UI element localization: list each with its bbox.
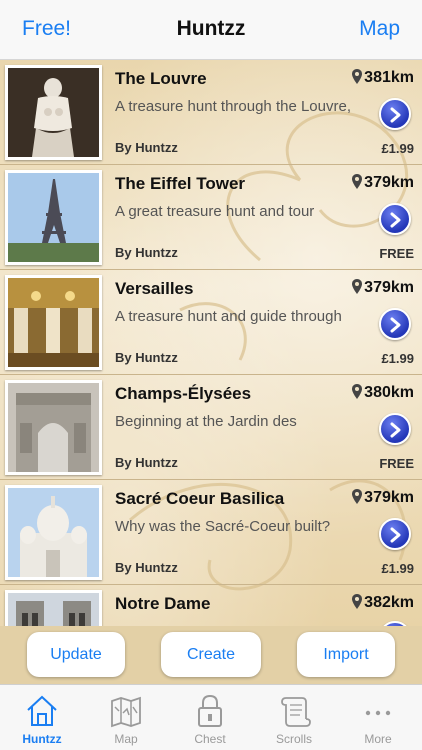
- tab-chest[interactable]: Chest: [168, 685, 252, 750]
- location-pin-icon: [352, 594, 363, 609]
- hunt-author: By Huntzz: [115, 455, 178, 470]
- location-pin-icon: [352, 279, 363, 294]
- chevron-right-icon[interactable]: [379, 98, 411, 130]
- hunt-author: By Huntzz: [115, 245, 178, 260]
- eiffel-photo: [5, 170, 102, 265]
- tab-label: Chest: [194, 732, 226, 746]
- more-dots-icon: [365, 710, 391, 716]
- lock-icon: [198, 694, 222, 727]
- list-item[interactable]: Sacré Coeur Basilica 379km Why was the S…: [0, 480, 422, 585]
- hunt-description: A treasure hunt through the Louvre,: [115, 98, 351, 115]
- hall-photo: [5, 275, 102, 370]
- create-button[interactable]: Create: [161, 632, 261, 677]
- hunt-distance: 379km: [352, 279, 414, 297]
- tab-map[interactable]: Map: [84, 685, 168, 750]
- tab-label: Map: [114, 732, 138, 746]
- hunt-price: £1.99: [381, 141, 414, 156]
- hunt-title: Versailles: [115, 279, 194, 298]
- hunt-list[interactable]: The Louvre 381km A treasure hunt through…: [0, 60, 422, 626]
- hunt-distance: 380km: [352, 384, 414, 402]
- house-icon: [27, 695, 57, 726]
- map-icon: [111, 696, 141, 728]
- chevron-right-icon[interactable]: [379, 413, 411, 445]
- hunt-description: Why was the Sacré-Coeur built?: [115, 518, 331, 535]
- location-pin-icon: [352, 384, 363, 399]
- tab-scrolls[interactable]: Scrolls: [252, 685, 336, 750]
- location-pin-icon: [352, 69, 363, 84]
- hunt-author: By Huntzz: [115, 140, 178, 155]
- tab-label: Huntzz: [22, 732, 62, 746]
- hunt-description: Beginning at the Jardin des: [115, 413, 297, 430]
- hunt-title: The Eiffel Tower: [115, 174, 246, 193]
- navigation-bar: Free! Huntzz Map: [0, 0, 422, 60]
- hunt-distance: 381km: [352, 69, 414, 87]
- scroll-icon: [281, 697, 311, 727]
- hunt-price: £1.99: [381, 351, 414, 366]
- location-pin-icon: [352, 489, 363, 504]
- import-button[interactable]: Import: [297, 632, 395, 677]
- action-button-bar: Update Create Import: [0, 626, 422, 684]
- hunt-distance: 379km: [352, 174, 414, 192]
- chevron-right-icon[interactable]: [379, 518, 411, 550]
- tab-label: Scrolls: [275, 732, 312, 746]
- cathedral-photo: [5, 590, 102, 626]
- hunt-title: The Louvre: [115, 69, 207, 88]
- list-item[interactable]: Champs-Élysées 380km Beginning at the Ja…: [0, 375, 422, 480]
- hunt-title: Champs-Élysées: [115, 384, 252, 403]
- tab-more[interactable]: More: [336, 685, 420, 750]
- hunt-author: By Huntzz: [115, 560, 178, 575]
- hunt-title: Notre Dame: [115, 594, 211, 613]
- chevron-right-icon[interactable]: [379, 203, 411, 235]
- tab-bar: Huntzz Map Chest Scrolls More: [0, 684, 422, 750]
- update-button[interactable]: Update: [27, 632, 125, 677]
- statue-photo: [5, 65, 102, 160]
- list-item[interactable]: The Eiffel Tower 379km A great treasure …: [0, 165, 422, 270]
- list-item[interactable]: Notre Dame 382km: [0, 585, 422, 626]
- hunt-author: By Huntzz: [115, 350, 178, 365]
- hunt-description: A great treasure hunt and tour: [115, 203, 315, 220]
- hunt-distance: 382km: [352, 594, 414, 612]
- hunt-price: FREE: [379, 246, 414, 261]
- hunt-description: A treasure hunt and guide through: [115, 308, 342, 325]
- tab-huntzz[interactable]: Huntzz: [0, 685, 84, 750]
- list-item[interactable]: Versailles 379km A treasure hunt and gui…: [0, 270, 422, 375]
- map-button[interactable]: Map: [359, 17, 400, 41]
- hunt-price: £1.99: [381, 561, 414, 576]
- arch-photo: [5, 380, 102, 475]
- hunt-title: Sacré Coeur Basilica: [115, 489, 285, 508]
- hunt-price: FREE: [379, 456, 414, 471]
- basilica-photo: [5, 485, 102, 580]
- location-pin-icon: [352, 174, 363, 189]
- chevron-right-icon[interactable]: [379, 308, 411, 340]
- list-item[interactable]: The Louvre 381km A treasure hunt through…: [0, 60, 422, 165]
- hunt-distance: 379km: [352, 489, 414, 507]
- tab-label: More: [364, 732, 392, 746]
